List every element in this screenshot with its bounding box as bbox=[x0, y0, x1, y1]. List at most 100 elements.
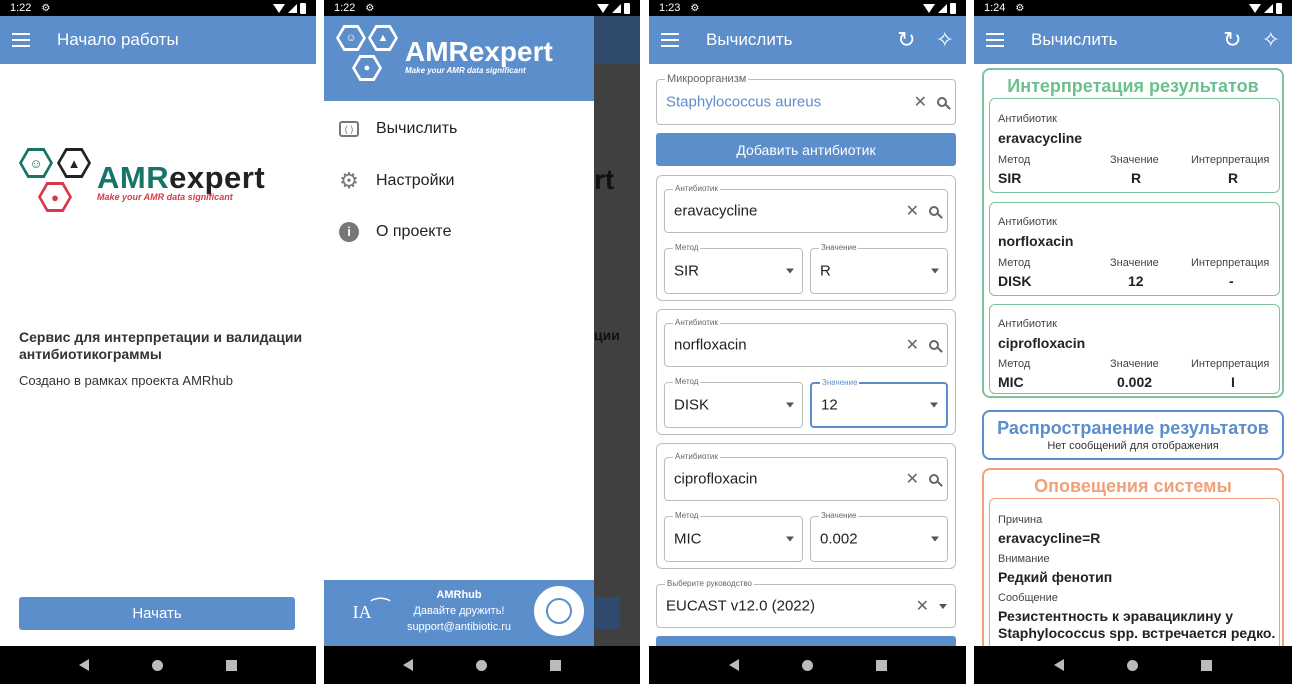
service-headline: Сервис для интерпретации и валидации ант… bbox=[19, 329, 303, 362]
background-logo-fragment: rt bbox=[594, 164, 615, 195]
drawer-footer: IA⁀ AMRhub Давайте дружить! support@anti… bbox=[324, 580, 594, 646]
reset-icon[interactable]: ↻ bbox=[1223, 27, 1241, 53]
footer-title: AMRhub bbox=[436, 589, 482, 601]
value-input[interactable]: Значение 12 bbox=[810, 378, 948, 428]
home-icon[interactable] bbox=[475, 659, 487, 671]
calculate-button-partial[interactable] bbox=[656, 636, 956, 646]
recents-icon[interactable] bbox=[1201, 659, 1213, 671]
clear-icon[interactable]: ✕ bbox=[916, 596, 929, 616]
interpretation-title: Интерпретация результатов bbox=[1007, 76, 1259, 96]
pill-hex-icon: ● bbox=[352, 55, 382, 81]
search-icon[interactable] bbox=[937, 97, 947, 107]
value-select[interactable]: Значение R bbox=[810, 243, 948, 294]
support-email-link[interactable]: support@antibiotic.ru bbox=[394, 621, 524, 633]
search-icon[interactable] bbox=[929, 340, 939, 350]
app-bar: Начало работы bbox=[0, 16, 316, 64]
antibiotic-group-2: Антибиотик norfloxacin ✕ Метод DISK Знач… bbox=[656, 309, 956, 435]
recents-icon[interactable] bbox=[549, 659, 561, 671]
reset-icon[interactable]: ↻ bbox=[897, 27, 915, 53]
recents-icon[interactable] bbox=[225, 659, 237, 671]
drawer-item-calculate[interactable]: ( ) Вычислить bbox=[338, 118, 457, 140]
result-row: Антибиотик ciprofloxacin Метод Значение … bbox=[989, 304, 1280, 394]
gear-icon: ⚙ bbox=[339, 168, 359, 193]
page-title: Вычислить bbox=[1031, 30, 1118, 49]
settings-status-icon: ⚙ bbox=[690, 2, 700, 14]
clear-icon[interactable]: ✕ bbox=[906, 335, 919, 355]
chevron-down-icon bbox=[931, 536, 939, 542]
alerts-card: Оповещения системы Причина eravacycline=… bbox=[982, 468, 1284, 658]
home-icon[interactable] bbox=[151, 659, 163, 671]
screens: 1:22 ⚙ Начало работы ☺ ▲ ● AMRexpert Mak… bbox=[0, 0, 1296, 684]
result-row: Антибиотик norfloxacin Метод Значение Ин… bbox=[989, 202, 1280, 296]
method-select[interactable]: Метод DISK bbox=[664, 377, 803, 428]
chevron-down-icon bbox=[930, 402, 938, 408]
university-seal-icon bbox=[534, 586, 584, 636]
clear-icon[interactable]: ✕ bbox=[906, 469, 919, 489]
clear-icon[interactable]: ✕ bbox=[914, 92, 927, 112]
battery-icon bbox=[1276, 2, 1282, 14]
antibiotic-field[interactable]: Антибиотик norfloxacin ✕ bbox=[664, 318, 948, 367]
antibiotic-field[interactable]: Антибиотик ciprofloxacin ✕ bbox=[664, 452, 948, 501]
back-icon[interactable] bbox=[728, 659, 739, 671]
search-icon[interactable] bbox=[929, 206, 939, 216]
chevron-down-icon bbox=[786, 536, 794, 542]
screen-start: 1:22 ⚙ Начало работы ☺ ▲ ● AMRexpert Mak… bbox=[0, 0, 316, 684]
project-subline: Создано в рамках проекта AMRhub bbox=[19, 373, 234, 388]
distribution-empty-text: Нет сообщений для отображения bbox=[1047, 440, 1219, 452]
drawer-logo-text: AMRexpert bbox=[405, 36, 553, 67]
status-time: 1:22 bbox=[10, 2, 32, 14]
drawer-header: ☺ ▲ ● AMRexpert Make your AMR data signi… bbox=[324, 16, 594, 101]
magic-wand-icon[interactable]: ✧ bbox=[1262, 27, 1280, 53]
antibiotic-field[interactable]: Антибиотик eravacycline ✕ bbox=[664, 184, 948, 233]
graduation-hex-icon: ▲ bbox=[57, 148, 91, 178]
chevron-down-icon bbox=[786, 402, 794, 408]
distribution-card: Распространение результатов Нет сообщени… bbox=[982, 410, 1284, 460]
pill-hex-icon: ● bbox=[38, 182, 72, 212]
back-icon[interactable] bbox=[79, 659, 90, 671]
home-icon[interactable] bbox=[801, 659, 813, 671]
settings-status-icon: ⚙ bbox=[41, 2, 51, 14]
method-select[interactable]: Метод SIR bbox=[664, 243, 803, 294]
home-icon[interactable] bbox=[1126, 659, 1138, 671]
method-select[interactable]: Метод MIC bbox=[664, 511, 803, 562]
signal-icon bbox=[1264, 3, 1273, 13]
add-antibiotic-button[interactable]: Добавить антибиотик bbox=[656, 133, 956, 166]
organism-field[interactable]: Микроорганизм Staphylococcus aureus ✕ bbox=[656, 73, 956, 125]
signal-icon bbox=[288, 3, 297, 13]
antibiotic-group-3: Антибиотик ciprofloxacin ✕ Метод MIC Зна… bbox=[656, 443, 956, 569]
back-icon[interactable] bbox=[1053, 659, 1064, 671]
wifi-icon bbox=[923, 3, 935, 13]
status-time: 1:23 bbox=[659, 2, 681, 14]
back-icon[interactable] bbox=[403, 659, 414, 671]
settings-status-icon: ⚙ bbox=[1015, 2, 1025, 14]
settings-status-icon: ⚙ bbox=[365, 2, 375, 14]
menu-icon[interactable] bbox=[986, 33, 1004, 47]
nav-drawer: ☺ ▲ ● AMRexpert Make your AMR data signi… bbox=[324, 16, 594, 646]
recents-icon[interactable] bbox=[875, 659, 887, 671]
status-bar: 1:22 ⚙ bbox=[0, 0, 316, 16]
menu-icon[interactable] bbox=[12, 33, 30, 47]
background-text-fragment: ции bbox=[594, 327, 620, 343]
alerts-title: Оповещения системы bbox=[1034, 476, 1232, 496]
system-nav-bar bbox=[324, 646, 640, 684]
menu-icon[interactable] bbox=[661, 33, 679, 47]
start-button[interactable]: Начать bbox=[19, 597, 295, 630]
screen-calculate-input: 1:23 ⚙ Вычислить ↻ ✧ Микроорганизм Staphy… bbox=[649, 0, 966, 684]
wifi-icon bbox=[273, 3, 285, 13]
guideline-select[interactable]: Выберите руководство EUCAST v12.0 (2022)… bbox=[656, 579, 956, 628]
system-nav-bar bbox=[974, 646, 1292, 684]
drawer-item-about[interactable]: i О проекте bbox=[338, 221, 451, 243]
clear-icon[interactable]: ✕ bbox=[906, 201, 919, 221]
magic-wand-icon[interactable]: ✧ bbox=[936, 27, 954, 53]
footer-line1: Давайте дружить! bbox=[413, 605, 505, 617]
drawer-item-settings[interactable]: ⚙ Настройки bbox=[338, 168, 454, 193]
search-icon[interactable] bbox=[929, 474, 939, 484]
system-nav-bar bbox=[0, 646, 316, 684]
value-select[interactable]: Значение 0.002 bbox=[810, 511, 948, 562]
status-time: 1:22 bbox=[334, 2, 356, 14]
interpretation-card: Интерпретация результатов Антибиотик era… bbox=[982, 68, 1284, 398]
graduation-hex-icon: ▲ bbox=[368, 25, 398, 51]
chevron-down-icon bbox=[786, 268, 794, 274]
system-nav-bar bbox=[649, 646, 966, 684]
brain-hex-icon: ☺ bbox=[336, 25, 366, 51]
